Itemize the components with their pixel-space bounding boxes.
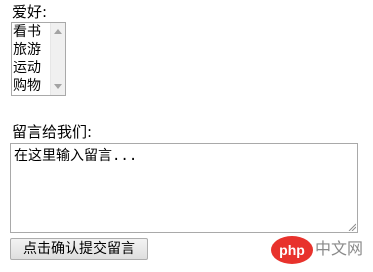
scroll-up-arrow-icon[interactable]	[54, 29, 62, 34]
page: 爱好: 看书 旅游 运动 购物 留言给我们: 在这里输入留言... 点击确认提交…	[0, 0, 373, 272]
hobby-options: 看书 旅游 运动 购物	[12, 23, 50, 95]
hobby-option[interactable]: 购物	[12, 77, 50, 95]
hobby-option[interactable]: 运动	[12, 59, 50, 77]
hobby-option[interactable]: 看书	[12, 23, 50, 41]
php-logo-icon: php	[271, 236, 313, 264]
submit-message-button[interactable]: 点击确认提交留言	[10, 238, 148, 260]
listbox-scrollbar[interactable]	[50, 23, 65, 95]
hobby-label: 爱好:	[12, 3, 48, 21]
watermark-site-text: 中文网	[315, 239, 364, 258]
hobby-listbox[interactable]: 看书 旅游 运动 购物	[11, 22, 66, 96]
watermark: php 中文网	[270, 234, 365, 266]
logo-text: php	[279, 242, 305, 258]
resize-grip-icon[interactable]	[348, 223, 356, 231]
message-textarea[interactable]: 在这里输入留言...	[10, 143, 358, 233]
message-label: 留言给我们:	[12, 123, 93, 141]
hobby-option[interactable]: 旅游	[12, 41, 50, 59]
scroll-down-arrow-icon[interactable]	[54, 84, 62, 89]
